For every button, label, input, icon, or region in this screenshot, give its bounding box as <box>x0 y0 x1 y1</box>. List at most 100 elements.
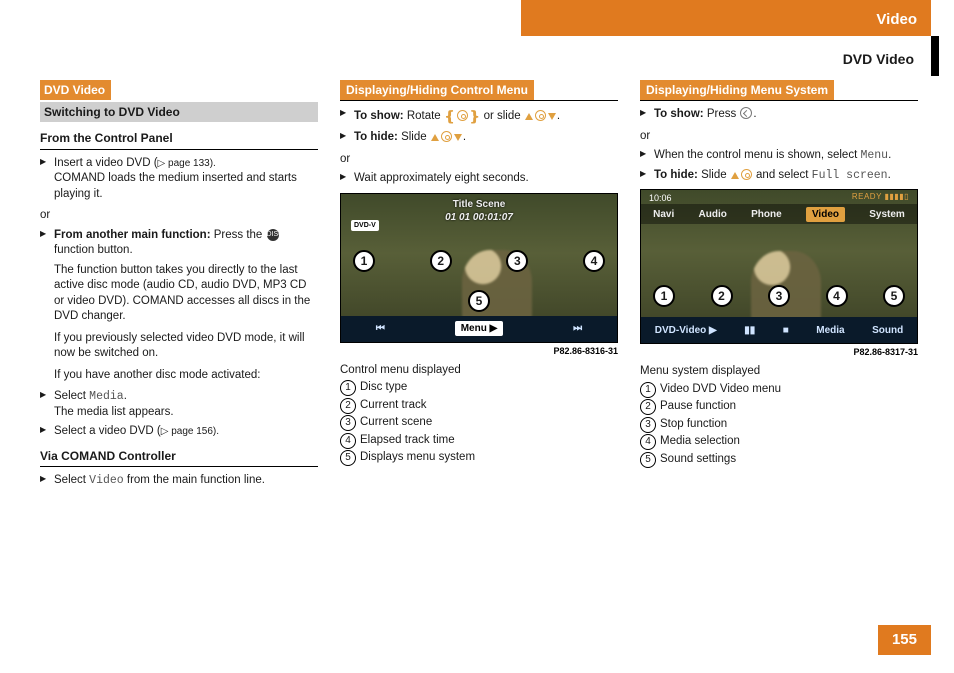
rotate-right-icon: ❵ <box>469 108 481 124</box>
column-2: Displaying/Hiding Control Menu To show: … <box>340 80 618 590</box>
legend-item: Sound settings <box>640 452 918 468</box>
step-select-video: Select Video from the main function line… <box>40 473 318 489</box>
manual-page: Video DVD Video DVD Video Switching to D… <box>0 0 954 673</box>
topic-bar: Displaying/Hiding Control Menu <box>340 80 618 101</box>
legend-item: Current scene <box>340 415 618 431</box>
legend-item: Elapsed track time <box>340 433 618 449</box>
step-list: When the control menu is shown, select M… <box>640 148 918 183</box>
softkey-sound: Sound <box>872 324 903 338</box>
step-select-video-dvd: Select a video DVD (page 156). <box>40 424 318 440</box>
nav-system: System <box>869 208 905 222</box>
step-list: To show: Press . <box>640 107 918 123</box>
step-to-hide: To hide: Slide . <box>340 130 618 146</box>
arrow-up-icon <box>431 134 439 141</box>
figure-bottom-bar: DVD-Video ▶ ▮▮ ■ Media Sound <box>641 317 917 343</box>
figure-caption: Control menu displayed <box>340 363 618 379</box>
stop-icon: ■ <box>783 324 789 338</box>
legend-item: Media selection <box>640 434 918 450</box>
step-list: Select Video from the main function line… <box>40 473 318 489</box>
figure-caption: Menu system displayed <box>640 364 918 380</box>
or-separator: or <box>340 152 618 168</box>
dvd-badge: DVD-V <box>351 220 379 231</box>
column-1: DVD Video Switching to DVD Video From th… <box>40 80 318 590</box>
skip-back-icon: ⏮ <box>376 322 385 336</box>
step-from-another-function: From another main function: Press the DI… <box>40 228 318 384</box>
callout-3: 3 <box>768 285 790 307</box>
topic-chip: Displaying/Hiding Control Menu <box>340 80 534 100</box>
legend-item: Current track <box>340 398 618 414</box>
step-to-show: To show: Rotate ❴❵ or slide . <box>340 107 618 126</box>
callout-1: 1 <box>353 250 375 272</box>
xref-icon: page 156). <box>161 426 219 437</box>
figure-ready: READY ▮▮▮▮▯ <box>852 192 909 203</box>
nav-navi: Navi <box>653 208 674 222</box>
knob-icon <box>535 110 546 121</box>
knob-icon <box>441 131 452 142</box>
topic-subchip: Switching to DVD Video <box>40 102 318 122</box>
legend-item: Video DVD Video menu <box>640 382 918 398</box>
step-to-hide: To hide: Slide and select Full screen. <box>640 168 918 184</box>
page-number: 155 <box>878 625 931 655</box>
callout-1: 1 <box>653 285 675 307</box>
callout-2: 2 <box>430 250 452 272</box>
callout-5: 5 <box>468 290 490 312</box>
figure-bottom-bar: ⏮ Menu ▶ ⏭ <box>341 316 617 342</box>
softkey-media: Media <box>816 324 844 338</box>
callout-2: 2 <box>711 285 733 307</box>
step-list: To show: Rotate ❴❵ or slide . To hide: S… <box>340 107 618 145</box>
content-columns: DVD Video Switching to DVD Video From th… <box>0 0 954 590</box>
step-wait: Wait approximately eight seconds. <box>340 171 618 187</box>
knob-icon <box>457 110 468 121</box>
legend-item: Pause function <box>640 399 918 415</box>
disc-button-icon: DISC <box>267 229 279 241</box>
pause-icon: ▮▮ <box>744 324 755 338</box>
figure-clock: 10:06 <box>649 192 672 204</box>
topic-chip: Displaying/Hiding Menu System <box>640 80 834 100</box>
nav-audio: Audio <box>699 208 727 222</box>
nav-phone: Phone <box>751 208 782 222</box>
step-to-show: To show: Press . <box>640 107 918 123</box>
step-list: From another main function: Press the DI… <box>40 228 318 440</box>
step-select-media: Select Media. The media list appears. <box>40 389 318 420</box>
xref-icon: page 133). <box>158 158 216 169</box>
figure-legend: Video DVD Video menu Pause function Stop… <box>640 382 918 468</box>
section-title: Video <box>876 10 917 30</box>
or-separator: or <box>640 129 918 145</box>
topic-chip: DVD Video <box>40 80 111 100</box>
callout-3: 3 <box>506 250 528 272</box>
arrow-down-icon <box>548 113 556 120</box>
or-separator: or <box>40 208 318 224</box>
arrow-down-icon <box>454 134 462 141</box>
step-list: Insert a video DVD (page 133). COMAND lo… <box>40 156 318 203</box>
skip-fwd-icon: ⏭ <box>573 322 582 336</box>
nav-video: Video <box>806 207 845 223</box>
softkey-dvd-video: DVD-Video ▶ <box>655 324 717 338</box>
step-list: Wait approximately eight seconds. <box>340 171 618 187</box>
figure-overlay-top: Title Scene 01 01 00:01:07 <box>341 198 617 225</box>
figure-menu-system: 10:06 READY ▮▮▮▮▯ Navi Audio Phone Video… <box>640 189 918 344</box>
step-insert-dvd: Insert a video DVD (page 133). COMAND lo… <box>40 156 318 203</box>
heading-from-control-panel: From the Control Panel <box>40 130 318 149</box>
legend-item: Disc type <box>340 380 618 396</box>
step-when-shown: When the control menu is shown, select M… <box>640 148 918 164</box>
subsection-title: DVD Video <box>843 50 914 69</box>
section-tab: Video <box>521 0 931 36</box>
figure-id: P82.86-8316-31 <box>340 345 618 357</box>
back-button-icon <box>740 107 752 119</box>
topic-bar: Displaying/Hiding Menu System <box>640 80 918 101</box>
arrow-up-icon <box>525 113 533 120</box>
figure-top-nav: Navi Audio Phone Video System <box>641 204 917 224</box>
legend-item: Stop function <box>640 417 918 433</box>
callout-4: 4 <box>583 250 605 272</box>
knob-icon <box>741 169 752 180</box>
figure-id: P82.86-8317-31 <box>640 346 918 358</box>
figure-callouts: 1 2 3 4 <box>353 250 605 272</box>
arrow-up-icon <box>731 172 739 179</box>
legend-item: Displays menu system <box>340 450 618 466</box>
menu-button: Menu ▶ <box>455 321 504 337</box>
heading-via-comand: Via COMAND Controller <box>40 448 318 467</box>
callout-5: 5 <box>883 285 905 307</box>
callout-4: 4 <box>826 285 848 307</box>
figure-control-menu: Title Scene 01 01 00:01:07 DVD-V 1 2 3 4… <box>340 193 618 343</box>
thumb-index-marker <box>931 36 939 76</box>
